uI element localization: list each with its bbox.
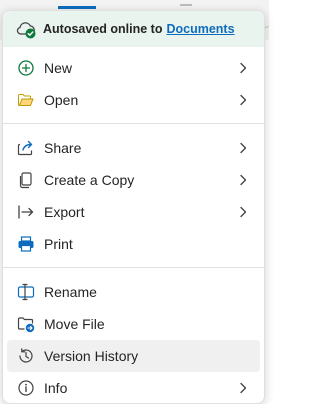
file-menu: Autosaved online to Documents New Open Shar… bbox=[2, 10, 265, 404]
menu-item-label: Print bbox=[44, 236, 73, 252]
menu-item-label: Share bbox=[44, 140, 82, 156]
menu-divider bbox=[3, 123, 264, 124]
menu-item-label: Open bbox=[44, 92, 79, 108]
documents-link[interactable]: Documents bbox=[166, 22, 234, 36]
folder-move-icon bbox=[17, 317, 35, 333]
active-tab-indicator bbox=[58, 6, 96, 9]
chevron-right-icon bbox=[240, 142, 247, 154]
chevron-right-icon bbox=[240, 174, 247, 186]
info-icon bbox=[18, 380, 34, 396]
menu-item-label: Create a Copy bbox=[44, 172, 135, 188]
menu-item-open[interactable]: Open bbox=[7, 84, 260, 116]
menu-item-create-copy[interactable]: Create a Copy bbox=[7, 164, 260, 196]
menu-item-label: Info bbox=[44, 380, 68, 396]
chevron-right-icon bbox=[240, 206, 247, 218]
cloud-check-icon bbox=[16, 22, 36, 39]
menu-item-label: Move File bbox=[44, 316, 105, 332]
autosave-status: Autosaved online to Documents bbox=[43, 22, 235, 36]
rename-icon bbox=[17, 283, 35, 301]
share-icon bbox=[17, 140, 33, 156]
menu-item-move-file[interactable]: Move File bbox=[7, 308, 260, 340]
menu-item-version-history[interactable]: Version History bbox=[7, 340, 260, 372]
menu-item-label: Rename bbox=[44, 284, 97, 300]
autosave-banner: Autosaved online to Documents bbox=[3, 11, 264, 47]
export-icon bbox=[18, 205, 34, 219]
menu-item-new[interactable]: New bbox=[7, 52, 260, 84]
menu-item-label: Export bbox=[44, 204, 85, 220]
menu-item-info[interactable]: Info bbox=[7, 372, 260, 403]
menu-item-print[interactable]: Print bbox=[7, 228, 260, 260]
ribbon-fragment bbox=[180, 0, 192, 6]
menu-divider bbox=[3, 267, 264, 268]
menu-item-label: New bbox=[44, 60, 73, 76]
add-circle-icon bbox=[18, 60, 34, 76]
copy-icon bbox=[19, 172, 32, 189]
history-icon bbox=[19, 348, 33, 363]
printer-icon bbox=[18, 236, 34, 252]
chevron-right-icon bbox=[240, 62, 247, 74]
folder-open-icon bbox=[18, 94, 34, 106]
menu-item-rename[interactable]: Rename bbox=[7, 276, 260, 308]
menu-item-share[interactable]: Share bbox=[7, 132, 260, 164]
autosave-text: Autosaved online to bbox=[43, 22, 163, 36]
chevron-right-icon bbox=[240, 94, 247, 106]
menu-item-label: Version History bbox=[44, 348, 139, 364]
chevron-right-icon bbox=[240, 382, 247, 394]
menu-item-export[interactable]: Export bbox=[7, 196, 260, 228]
